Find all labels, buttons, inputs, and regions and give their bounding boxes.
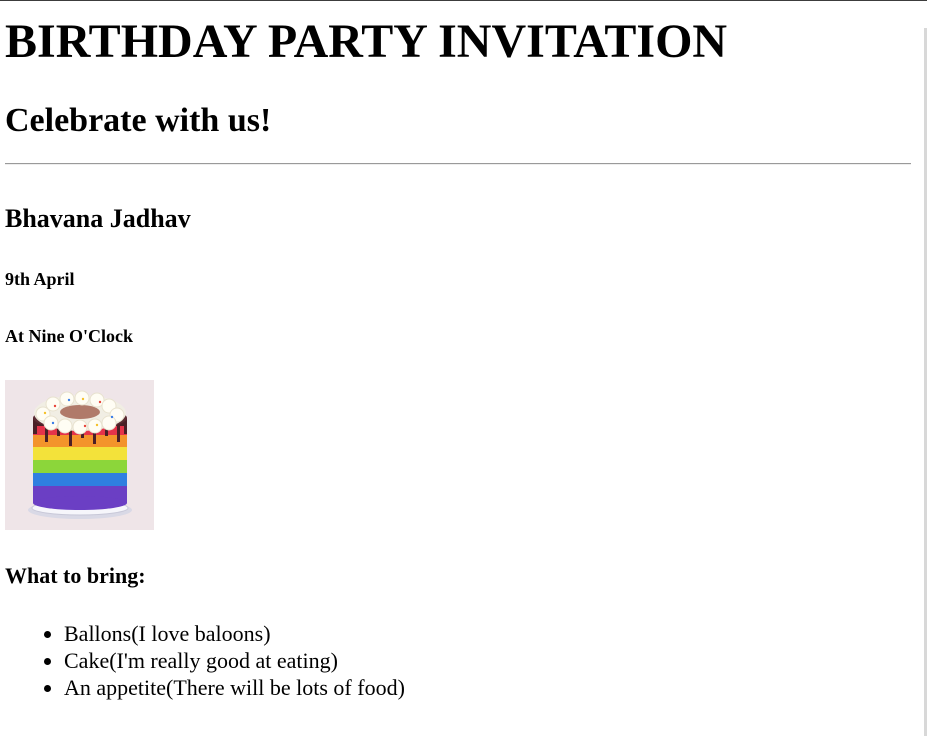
party-date: 9th April <box>5 269 75 289</box>
list-item: Ballons(I love baloons) <box>64 620 405 647</box>
cake-image <box>5 380 154 530</box>
list-item: Cake(I'm really good at eating) <box>64 647 405 674</box>
page-title: BIRTHDAY PARTY INVITATION <box>5 15 728 68</box>
party-time: At Nine O'Clock <box>5 326 133 346</box>
bring-list: Ballons(I love baloons) Cake(I'm really … <box>5 620 405 701</box>
rainbow-cake-icon <box>28 390 132 519</box>
list-item: An appetite(There will be lots of food) <box>64 674 405 701</box>
bring-heading: What to bring: <box>5 563 146 588</box>
page-subtitle: Celebrate with us! <box>5 102 272 139</box>
host-name: Bhavana Jadhav <box>5 204 191 233</box>
divider <box>5 163 911 165</box>
window-top-border <box>0 0 927 1</box>
